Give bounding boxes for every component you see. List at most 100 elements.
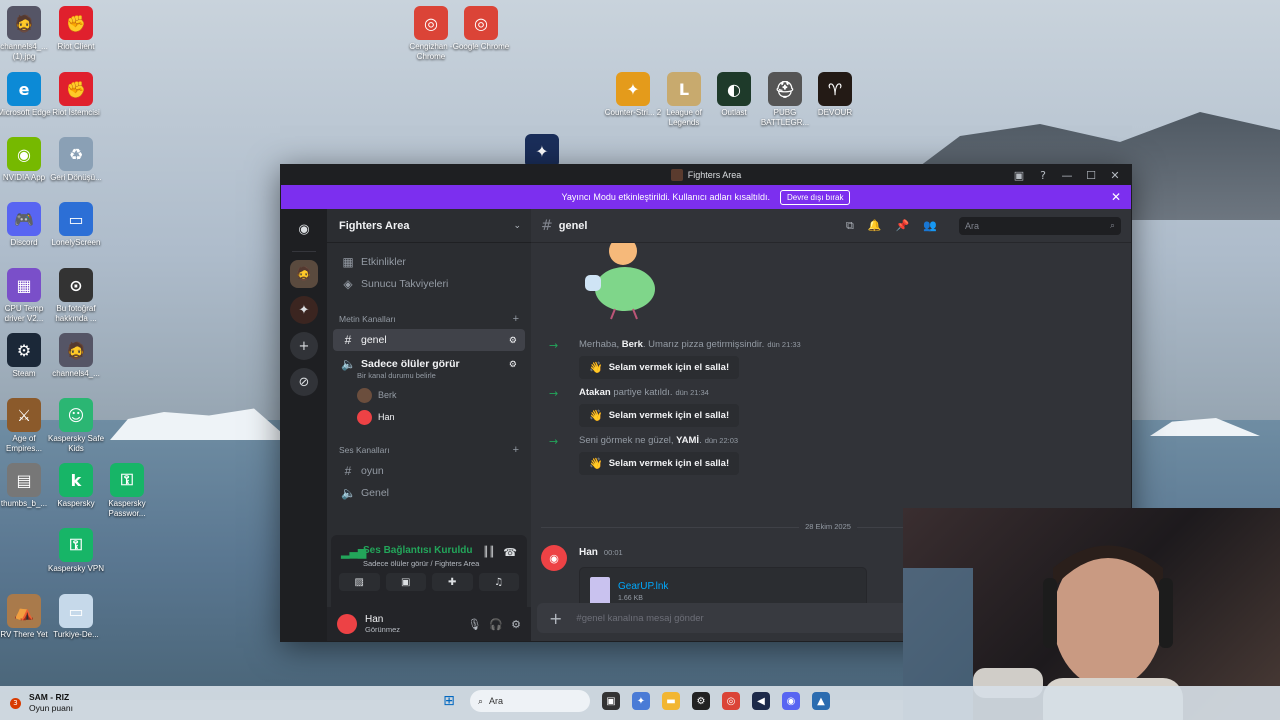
explore-icon[interactable]: ⊘ [290, 368, 318, 396]
desktop-icon[interactable]: ✊ Riot Client [46, 6, 106, 52]
wave-button[interactable]: 👋 Selam vermek için el salla! [579, 452, 740, 475]
message-username[interactable]: Berk [622, 339, 643, 350]
add-attachment-icon[interactable]: + [549, 609, 562, 628]
headphones-icon[interactable]: 🎧 [489, 618, 503, 631]
task-view-icon[interactable]: ▣ [602, 692, 620, 710]
desktop-icon[interactable]: ♈ DEVOUR [805, 72, 865, 118]
voice-channel-path[interactable]: Sadece ölüler görür / Fighters Area [363, 559, 479, 568]
avatar[interactable]: ◉ [541, 545, 567, 571]
channel-status[interactable]: Bir kanal durumu belirle [327, 371, 531, 380]
maximize-button[interactable]: ☐ [1079, 165, 1103, 185]
help-icon[interactable]: ? [1031, 165, 1055, 185]
app-icon: ▤ [7, 463, 41, 497]
chevron-down-icon: ⌄ [513, 220, 521, 231]
desktop-icon-app[interactable]: ✦ [512, 134, 572, 168]
steam-taskbar-icon[interactable]: ⚙ [692, 692, 710, 710]
threads-icon[interactable]: ⧉ [846, 219, 854, 233]
voice-status: Ses Bağlantısı Kuruldu [363, 545, 473, 556]
taskbar-search[interactable]: ⌕ Ara [470, 690, 590, 712]
disable-streamer-mode-button[interactable]: Devre dışı bırak [779, 189, 851, 205]
desktop-icon[interactable]: ✊ Riot İstemcisi [46, 72, 106, 118]
inbox-icon[interactable]: ▣ [1007, 165, 1031, 185]
pin-icon[interactable]: 📌 [896, 219, 910, 232]
desktop-icon[interactable]: ⊙ Bu fotoğraf hakkında ... [46, 268, 106, 324]
settings-icon[interactable]: ⚙ [509, 359, 517, 370]
desktop-icon[interactable]: ▭ LonelyScreen [46, 202, 106, 248]
system-message-text: Atakan partiye katıldı. dün 21:34 [579, 387, 709, 398]
sidebar-item-boosts[interactable]: ◈ Sunucu Takviyeleri [333, 273, 525, 295]
guild-name: Fighters Area [339, 219, 410, 232]
discord-home-icon[interactable]: ◉ [290, 215, 318, 243]
desktop-icon[interactable]: ⚿ Kaspersky VPN [46, 528, 106, 574]
voice-user[interactable]: Han [327, 406, 531, 428]
user-name: Han [365, 614, 384, 625]
speaker-icon: 🔈 [341, 486, 356, 500]
app-icon: ◉ [7, 137, 41, 171]
file-explorer-icon[interactable]: ▬ [662, 692, 680, 710]
desktop-icon[interactable]: ▭ Turkiye-De... [46, 594, 106, 640]
activities-icon[interactable]: ✚ [432, 573, 473, 591]
server-fighters-area[interactable]: 🧔 [290, 260, 318, 288]
desktop-icon[interactable]: 🧔 channels4_... [46, 333, 106, 379]
desktop-icon[interactable]: ☺ Kaspersky Safe Kids [46, 398, 106, 454]
channel-oyun[interactable]: # oyun [333, 460, 525, 482]
voice-user[interactable]: Berk [327, 384, 531, 406]
server-icon-2[interactable]: ✦ [290, 296, 318, 324]
soundboard-icon[interactable]: ♫ [478, 573, 519, 591]
discord-taskbar-icon[interactable]: ◉ [782, 692, 800, 710]
hash-icon: # [344, 464, 352, 478]
notification-bell-icon[interactable]: 🔔 [868, 219, 882, 232]
divider [292, 251, 316, 252]
screen-share-icon[interactable]: ▣ [385, 573, 426, 591]
system-message: → Seni görmek ne güzel, YAMİ. dün 22:03 👋 Se… [549, 435, 740, 475]
app-icon: L [667, 72, 701, 106]
category-voice-channels[interactable]: Ses Kanalları + [327, 440, 531, 460]
boost-icon: ◈ [343, 277, 353, 291]
desktop-icon[interactable]: ♻ Geri Dönüşü... [46, 137, 106, 183]
app-icon: ◐ [717, 72, 751, 106]
member-list-icon[interactable]: 👥 [923, 219, 937, 232]
channel-genel[interactable]: # genel ⚙ [333, 329, 525, 351]
message-username[interactable]: Atakan [579, 387, 611, 398]
avatar[interactable] [337, 614, 357, 634]
channel-sidebar: Fighters Area ⌄ ▦ Etkinlikler ◈ Sunucu T… [327, 209, 531, 641]
channel-genel-voice[interactable]: 🔈 Genel [333, 482, 525, 504]
copilot-icon[interactable]: ✦ [632, 692, 650, 710]
add-channel-icon[interactable]: + [513, 313, 519, 325]
photos-icon[interactable]: ▲ [812, 692, 830, 710]
file-name[interactable]: GearUP.lnk [618, 581, 668, 592]
desktop-icon[interactable]: ◎ Google Chrome [451, 6, 511, 52]
noise-suppression-icon[interactable]: ║║ [483, 547, 495, 558]
app-icon: ♻ [59, 137, 93, 171]
settings-icon[interactable]: ⚙ [509, 335, 517, 346]
user-settings-icon[interactable]: ⚙ [511, 618, 521, 631]
wave-button[interactable]: 👋 Selam vermek için el salla! [579, 404, 740, 427]
sidebar-item-events[interactable]: ▦ Etkinlikler [333, 251, 525, 273]
disconnect-icon[interactable]: ☎ [503, 546, 517, 559]
wave-sticker-icon: 👋 [589, 362, 603, 374]
windows-start-icon[interactable]: ⊞ [440, 692, 458, 710]
taskbar-widget[interactable]: 3 SAM - RIZ Oyun puanı [10, 692, 73, 714]
add-channel-icon[interactable]: + [513, 444, 519, 456]
visual-studio-icon[interactable]: ◀ [752, 692, 770, 710]
wave-button[interactable]: 👋 Selam vermek için el salla! [579, 356, 740, 379]
desktop-icon[interactable]: ⚿ Kaspersky Passwor... [97, 463, 157, 519]
search-input[interactable]: Ara ⌕ [959, 216, 1121, 235]
channel-label: Sadece ölüler görür [361, 358, 460, 370]
chrome-icon[interactable]: ◎ [722, 692, 740, 710]
app-icon: 🧔 [7, 6, 41, 40]
app-icon: ⚔ [7, 398, 41, 432]
camera-off-icon[interactable]: ▨ [339, 573, 380, 591]
app-icon: ⚿ [110, 463, 144, 497]
message-username[interactable]: YAMİ [676, 435, 699, 446]
microphone-icon[interactable]: 🎙 [467, 618, 481, 631]
message-author[interactable]: Han [579, 547, 598, 558]
guild-header[interactable]: Fighters Area ⌄ [327, 209, 531, 243]
desktop-icon-label: Turkiye-De... [53, 630, 99, 639]
close-banner-icon[interactable]: ✕ [1111, 190, 1121, 204]
add-server-icon[interactable]: + [290, 332, 318, 360]
speaker-icon: 🔈 [341, 357, 356, 371]
close-button[interactable]: ✕ [1103, 165, 1127, 185]
minimize-button[interactable]: — [1055, 165, 1079, 185]
category-text-channels[interactable]: Metin Kanalları + [327, 309, 531, 329]
